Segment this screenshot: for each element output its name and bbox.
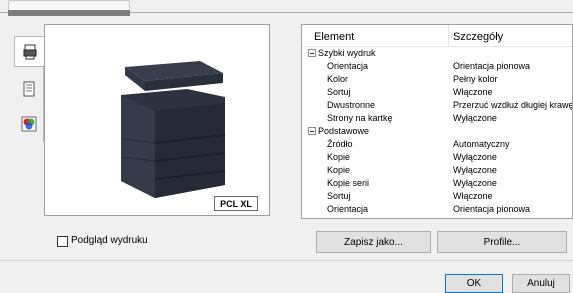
column-header-element[interactable]: Element [314,31,354,43]
row-value: Orientacja pionowa [453,204,531,214]
detail-row[interactable]: Kopie serii Wyłączone [302,177,572,190]
detail-row[interactable]: Orientacja Orientacja pionowa [302,60,572,73]
print-preview-pane [44,24,270,216]
detail-row[interactable]: Kopie Wyłączone [302,151,572,164]
row-element: Sortuj [327,87,351,97]
save-as-button[interactable]: Zapisz jako... [316,231,431,253]
color-icon [21,116,37,131]
tab-document[interactable] [14,73,44,104]
detail-row[interactable]: Strony na kartkę Wyłączone [302,112,572,125]
row-element: Orientacja [327,204,369,214]
tab-color[interactable] [14,108,44,139]
row-value: Pełny kolor [453,74,498,84]
print-preview-label: Podgląd wydruku [71,235,148,246]
group-row[interactable]: Podstawowe [302,125,572,138]
detail-row[interactable]: Kopie Wyłączone [302,164,572,177]
group-row[interactable]: Szybki wydruk [302,47,572,60]
dialog-divider [0,260,573,261]
row-value: Wyłączone [453,165,497,175]
row-element: Orientacja [327,61,369,71]
row-element: Kolor [327,74,349,84]
printer-settings-icon [23,44,36,59]
detail-row[interactable]: Kolor Pełny kolor [302,73,572,86]
detail-row[interactable]: Dwustronne Przerzuć wzdłuż długiej krawęd… [302,99,573,112]
printer-image [120,61,226,198]
column-header-details[interactable]: Szczegóły [453,31,503,43]
row-value: Orientacja pionowa [453,61,531,71]
row-element: Strony na kartkę [327,113,393,123]
collapse-toggle-icon[interactable] [308,49,316,57]
row-value: Automatyczny [453,139,510,149]
pcl-xl-badge: PCL XL [214,196,258,211]
row-element: Kopie [327,165,351,175]
row-value: Wyłączone [453,178,497,188]
detail-row[interactable]: Orientacja Orientacja pionowa [302,203,572,216]
row-element: Podstawowe [318,126,370,136]
vertical-tab-bar [14,36,44,142]
row-value: Włączone [453,191,493,201]
list-header: Element Szczegóły [302,25,572,47]
settings-details-list[interactable]: Element Szczegóły Szybki wydruk Orientacj… [301,24,573,219]
detail-row[interactable]: Źródło Automatyczny [302,138,572,151]
active-tab-indicator [8,10,130,16]
row-element: Kopie [327,152,351,162]
row-element: Sortuj [327,191,351,201]
print-preview-checkbox[interactable] [57,236,68,247]
ok-button[interactable]: OK [445,274,503,293]
row-element: Szybki wydruk [318,48,376,58]
tab-printer-settings[interactable] [14,36,44,67]
column-separator[interactable] [448,25,449,47]
collapse-toggle-icon[interactable] [308,127,316,135]
row-value: Przerzuć wzdłuż długiej krawędzi [453,100,573,110]
cancel-button[interactable]: Anuluj [512,274,570,293]
row-value: Wyłączone [453,113,497,123]
row-value: Wyłączone [453,152,497,162]
detail-row[interactable]: Sortuj Włączone [302,190,572,203]
row-element: Kopie serii [327,178,370,188]
document-icon [23,81,35,96]
profiles-button[interactable]: Profile... [437,231,567,253]
row-element: Źródło [327,139,353,149]
row-value: Włączone [453,87,493,97]
detail-row[interactable]: Sortuj Włączone [302,86,572,99]
row-element: Dwustronne [327,100,376,110]
